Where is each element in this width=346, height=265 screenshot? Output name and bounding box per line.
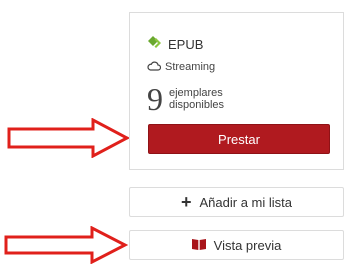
annotation-arrow-preview-icon <box>4 226 128 264</box>
epub-icon <box>148 35 162 53</box>
plus-icon: + <box>181 192 192 212</box>
copies-label-line1: ejemplares <box>169 87 223 99</box>
copies-available: 9 ejemplares disponibles <box>147 83 224 115</box>
format-row: EPUB <box>148 35 204 53</box>
format-label: EPUB <box>168 36 204 52</box>
streaming-label: Streaming <box>165 61 216 73</box>
cloud-icon <box>147 58 162 76</box>
copies-label: ejemplares disponibles <box>169 87 224 111</box>
screenshot-root: EPUB Streaming 9 ejemplares disponibles … <box>0 0 346 265</box>
book-icon <box>191 238 206 253</box>
copies-label-line2: disponibles <box>169 99 225 111</box>
preview-label: Vista previa <box>213 237 282 253</box>
add-to-list-button[interactable]: + Añadir a mi lista <box>129 187 344 217</box>
preview-button[interactable]: Vista previa <box>129 230 344 260</box>
copies-count: 9 <box>147 81 163 117</box>
annotation-arrow-borrow-icon <box>7 118 131 158</box>
add-to-list-label: Añadir a mi lista <box>199 194 292 210</box>
borrow-button[interactable]: Prestar <box>148 124 330 154</box>
streaming-row: Streaming <box>147 60 215 74</box>
availability-card: EPUB Streaming 9 ejemplares disponibles … <box>129 12 344 170</box>
